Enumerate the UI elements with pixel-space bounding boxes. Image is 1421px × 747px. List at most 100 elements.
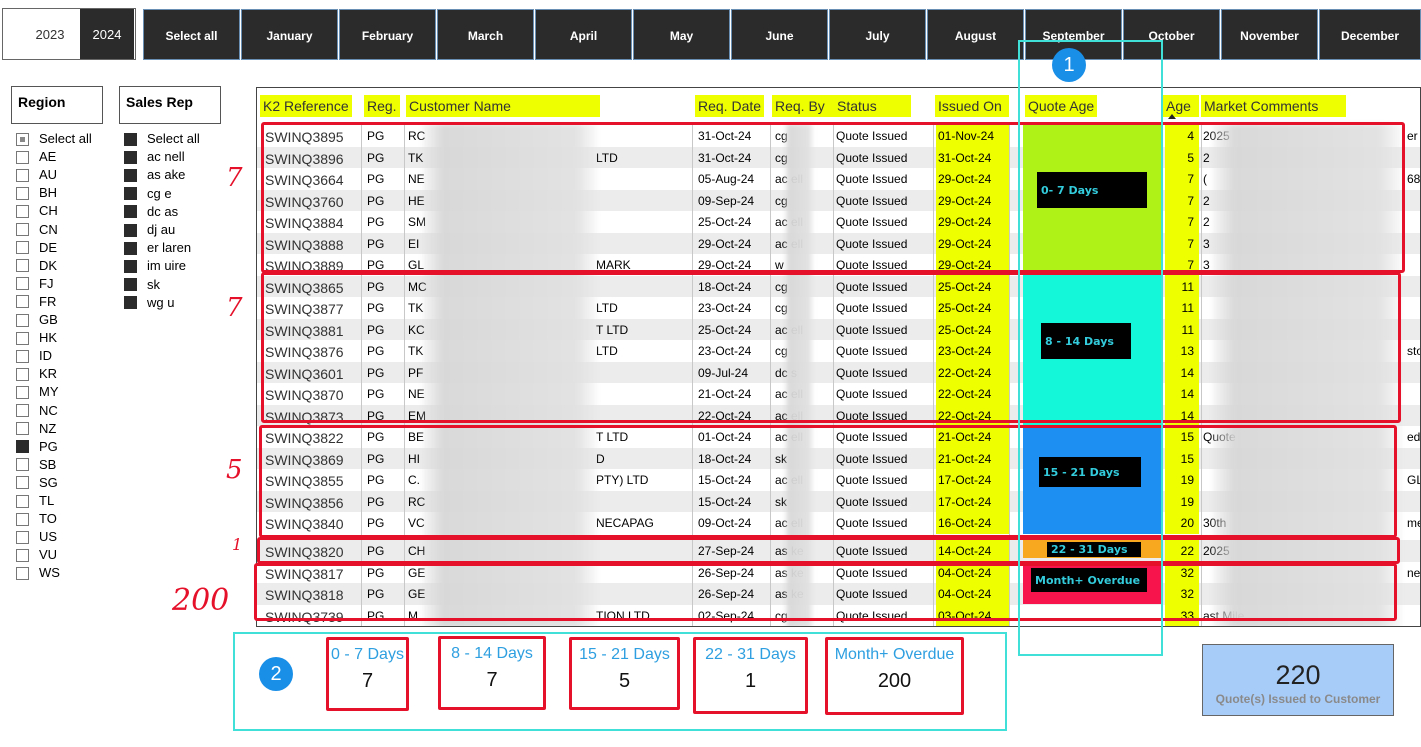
checkbox-icon[interactable]: [16, 349, 29, 363]
region-option[interactable]: SG: [16, 474, 58, 492]
region-option[interactable]: AU: [16, 166, 57, 184]
checkbox-icon[interactable]: [16, 150, 29, 164]
region-option[interactable]: FR: [16, 293, 56, 311]
region-option[interactable]: KR: [16, 365, 57, 383]
sales-rep-option[interactable]: as ake: [124, 166, 185, 184]
sales-rep-option[interactable]: er laren: [124, 239, 191, 257]
month-button-may[interactable]: May: [633, 9, 730, 60]
sales-rep-option[interactable]: cg e: [124, 185, 172, 203]
region-option[interactable]: NC: [16, 402, 58, 420]
month-button-june[interactable]: June: [731, 9, 828, 60]
header-market-comments[interactable]: Market Comments: [1201, 95, 1346, 117]
region-option[interactable]: ID: [16, 347, 52, 365]
checkbox-icon[interactable]: [16, 132, 29, 146]
checkbox-icon[interactable]: [124, 132, 137, 146]
region-option[interactable]: SB: [16, 456, 56, 474]
region-option[interactable]: VU: [16, 546, 57, 564]
checkbox-icon[interactable]: [16, 566, 29, 580]
checkbox-icon[interactable]: [16, 277, 29, 291]
region-option[interactable]: MY: [16, 383, 59, 401]
checkbox-icon[interactable]: [124, 150, 137, 164]
region-option[interactable]: DE: [16, 239, 57, 257]
sales-rep-option[interactable]: wg u: [124, 294, 174, 312]
month-button-april[interactable]: April: [535, 9, 632, 60]
checkbox-icon[interactable]: [16, 404, 29, 417]
age-card-label: 8 - 14 Days: [451, 645, 533, 662]
region-option[interactable]: CH: [16, 202, 58, 220]
checkbox-icon[interactable]: [16, 295, 29, 309]
checkbox-icon[interactable]: [16, 204, 29, 218]
header-region[interactable]: Reg.: [364, 95, 400, 117]
year-2024-button[interactable]: 2024: [80, 9, 134, 59]
month-button-january[interactable]: January: [241, 9, 338, 60]
sort-ascending-icon: [1168, 114, 1176, 119]
region-option[interactable]: GB: [16, 311, 58, 329]
month-button-july[interactable]: July: [829, 9, 926, 60]
checkbox-icon[interactable]: [16, 494, 29, 508]
region-option[interactable]: AE: [16, 148, 56, 166]
header-issued-on[interactable]: Issued On: [935, 95, 1009, 117]
region-option[interactable]: TL: [16, 492, 54, 510]
checkbox-icon[interactable]: [16, 548, 29, 562]
sales-rep-option[interactable]: dc as: [124, 203, 178, 221]
option-label: KR: [39, 366, 58, 382]
checkbox-icon[interactable]: [16, 440, 29, 454]
month-button-select-all[interactable]: Select all: [143, 9, 240, 60]
month-button-november[interactable]: November: [1221, 9, 1318, 60]
checkbox-icon[interactable]: [16, 259, 29, 273]
checkbox-icon[interactable]: [16, 458, 29, 472]
sales-rep-option[interactable]: ac nell: [124, 148, 185, 166]
region-option[interactable]: HK: [16, 329, 57, 347]
sales-rep-option[interactable]: dj au: [124, 221, 175, 239]
group-box-month-plus: [254, 563, 1397, 621]
header-customer-name[interactable]: Customer Name: [406, 95, 600, 117]
checkbox-icon[interactable]: [16, 422, 29, 436]
header-req-by[interactable]: Req. By: [772, 95, 835, 117]
region-option[interactable]: Select all: [16, 130, 92, 148]
region-option[interactable]: US: [16, 528, 57, 546]
sales-rep-option[interactable]: im uire: [124, 257, 186, 275]
region-option[interactable]: DK: [16, 257, 57, 275]
month-button-march[interactable]: March: [437, 9, 534, 60]
region-option[interactable]: NZ: [16, 420, 56, 438]
sales-rep-option[interactable]: Select all: [124, 130, 200, 148]
checkbox-icon[interactable]: [124, 241, 137, 255]
checkbox-icon[interactable]: [16, 331, 29, 345]
checkbox-icon[interactable]: [16, 168, 29, 182]
tally-0-7: 7: [226, 163, 243, 193]
checkbox-icon[interactable]: [124, 187, 137, 201]
checkbox-icon[interactable]: [16, 313, 29, 327]
checkbox-icon[interactable]: [124, 278, 137, 292]
checkbox-icon[interactable]: [16, 476, 29, 490]
checkbox-icon[interactable]: [124, 223, 137, 237]
region-option[interactable]: BH: [16, 184, 57, 202]
sales-rep-option[interactable]: sk: [124, 276, 160, 294]
header-k2-reference[interactable]: K2 Reference: [260, 95, 352, 117]
checkbox-icon[interactable]: [16, 223, 29, 236]
checkbox-icon[interactable]: [124, 205, 137, 219]
checkbox-icon[interactable]: [16, 512, 29, 526]
checkbox-icon[interactable]: [16, 367, 29, 381]
region-option[interactable]: CN: [16, 221, 58, 239]
month-button-february[interactable]: February: [339, 9, 436, 60]
tally-8-14: 7: [226, 293, 243, 323]
region-option[interactable]: FJ: [16, 275, 53, 293]
region-option[interactable]: PG: [16, 438, 58, 456]
checkbox-icon[interactable]: [124, 296, 137, 310]
header-req-date[interactable]: Req. Date: [695, 95, 765, 117]
region-option[interactable]: TO: [16, 510, 57, 528]
option-label: SB: [39, 456, 57, 472]
checkbox-icon[interactable]: [124, 168, 137, 182]
checkbox-icon[interactable]: [16, 186, 29, 200]
checkbox-icon[interactable]: [16, 385, 29, 399]
checkbox-icon[interactable]: [16, 241, 29, 255]
checkbox-icon[interactable]: [124, 259, 137, 273]
year-2023-button[interactable]: 2023: [23, 9, 77, 59]
option-label: sk: [147, 276, 160, 292]
region-option[interactable]: WS: [16, 564, 60, 582]
month-button-august[interactable]: August: [927, 9, 1024, 60]
header-status[interactable]: Status: [834, 95, 911, 117]
month-button-december[interactable]: December: [1319, 9, 1421, 60]
option-label: FR: [39, 293, 57, 309]
checkbox-icon[interactable]: [16, 530, 29, 544]
